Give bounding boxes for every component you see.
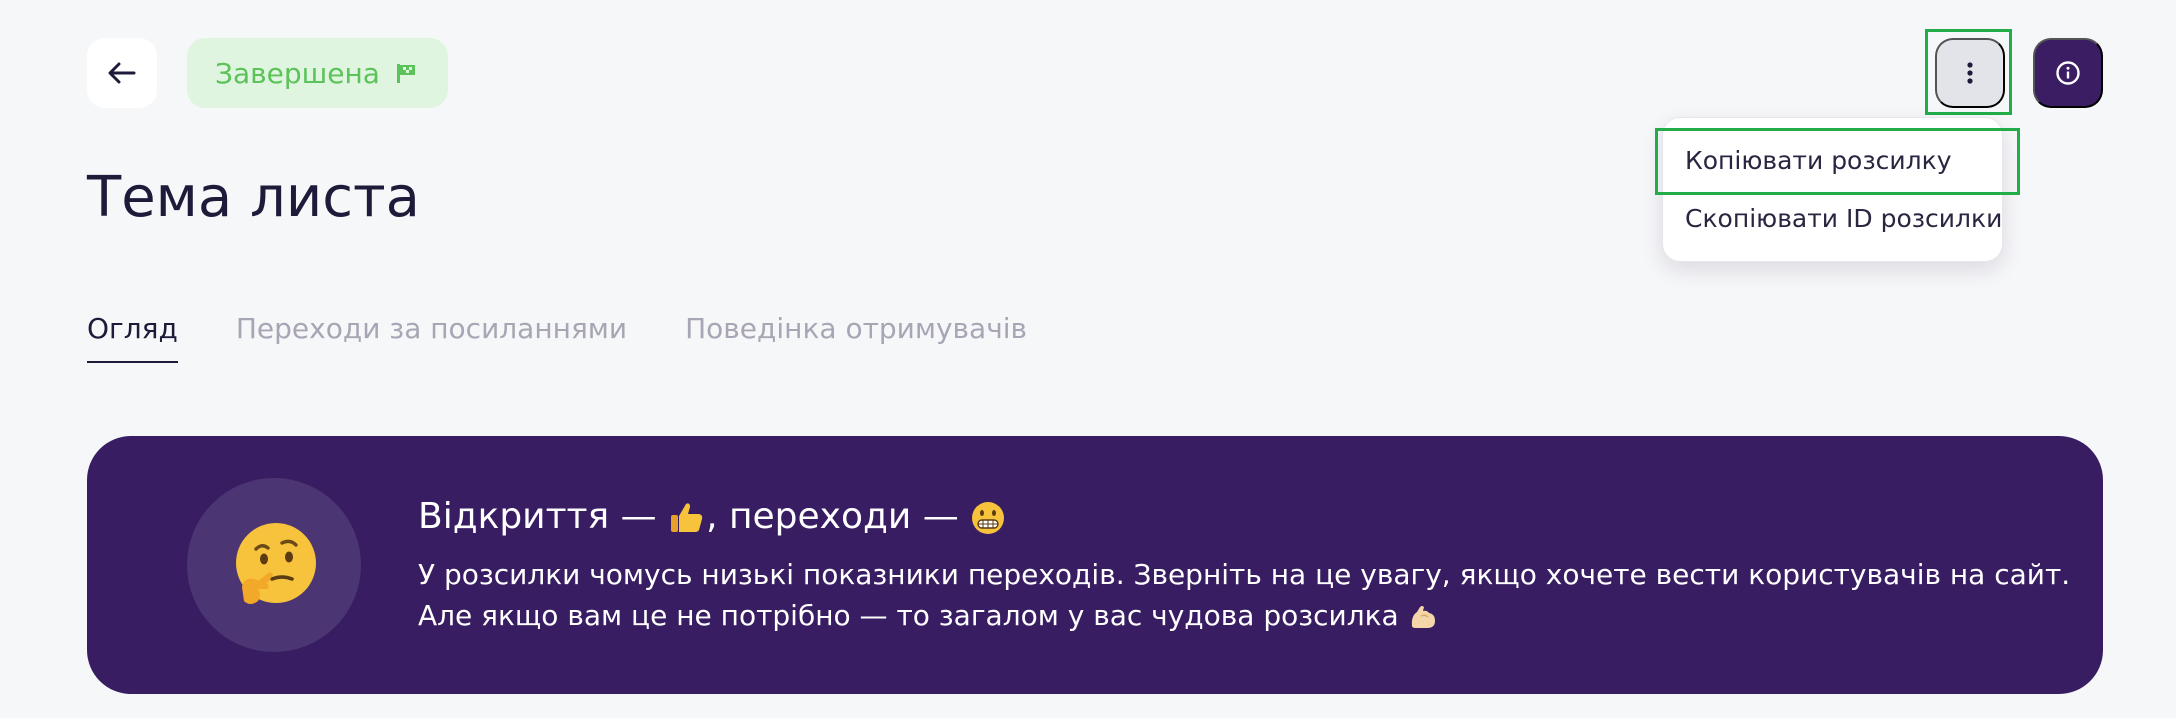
campaign-report-page: Завершена Копіювати розсилку Скопіювати … xyxy=(0,0,2176,718)
page-title: Тема листа xyxy=(87,165,420,230)
thumbs-up-icon xyxy=(671,503,703,532)
banner-text-line-2-content: Але якщо вам це не потрібно — то загалом… xyxy=(418,599,1408,632)
banner-avatar xyxy=(187,478,361,652)
banner-heading: Відкриття — , переходи — xyxy=(418,496,1006,537)
more-options-highlight xyxy=(1925,29,2012,115)
status-badge: Завершена xyxy=(187,38,448,108)
back-button[interactable] xyxy=(87,38,157,108)
copy-campaign-highlight xyxy=(1655,128,2020,195)
grimacing-face-icon xyxy=(972,502,1005,534)
report-tabs: Огляд Переходи за посиланнями Поведінка … xyxy=(87,312,1027,363)
copy-campaign-id-item[interactable]: Скопіювати ID розсилки xyxy=(1685,204,2002,233)
banner-text-line-1: У розсилки чомусь низькі показники перех… xyxy=(418,558,2071,591)
banner-heading-part1: Відкриття — xyxy=(418,496,669,537)
thinking-face-icon xyxy=(236,523,316,604)
info-icon xyxy=(2056,61,2080,85)
flexed-biceps-icon xyxy=(1411,606,1435,628)
banner-heading-part2: , переходи — xyxy=(706,496,971,537)
tab-recipient-behavior[interactable]: Поведінка отримувачів xyxy=(685,312,1027,363)
banner-text-line-2: Але якщо вам це не потрібно — то загалом… xyxy=(418,599,1438,632)
tab-overview[interactable]: Огляд xyxy=(87,312,178,363)
info-button[interactable] xyxy=(2033,38,2103,108)
flag-icon xyxy=(396,64,415,83)
tab-link-clicks[interactable]: Переходи за посиланнями xyxy=(236,312,627,363)
status-label: Завершена xyxy=(215,56,380,90)
insight-banner: Відкриття — , переходи — У розсилки чому… xyxy=(87,436,2103,694)
arrow-left-icon xyxy=(108,62,136,84)
